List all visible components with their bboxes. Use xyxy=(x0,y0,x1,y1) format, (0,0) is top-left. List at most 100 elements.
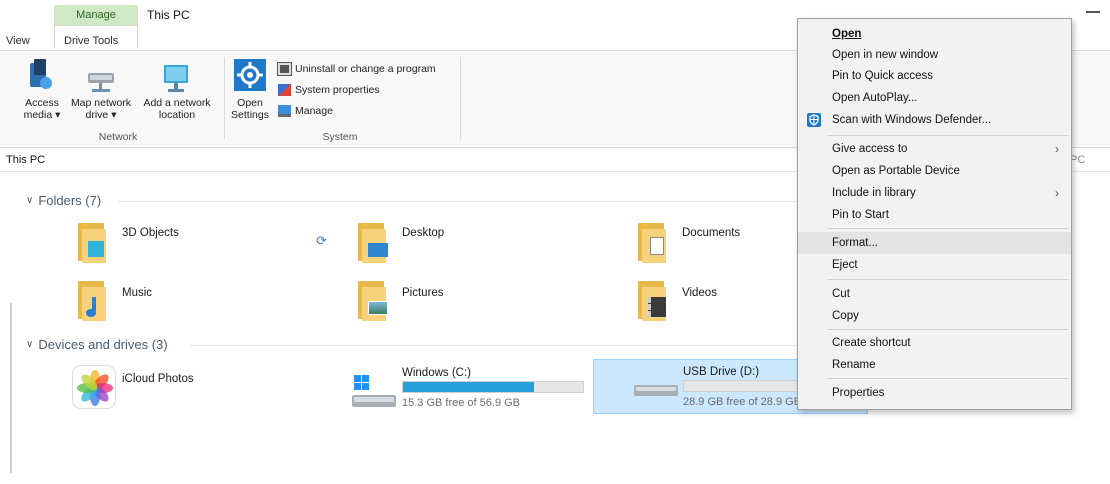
menu-item-format[interactable]: Format... xyxy=(798,232,1071,254)
menu-item-label: Format... xyxy=(832,237,879,249)
open-settings-label: Open Settings xyxy=(231,97,269,121)
icloud-photos-item[interactable]: iCloud Photos xyxy=(72,365,302,413)
system-properties-label: System properties xyxy=(295,84,380,96)
tab-drive-tools[interactable]: Drive Tools xyxy=(64,35,118,47)
map-network-drive-button[interactable]: Map network drive ▾ xyxy=(65,97,137,121)
menu-item-give-access[interactable]: Give access to › xyxy=(798,138,1071,160)
menu-item-include-library[interactable]: Include in library › xyxy=(798,182,1071,204)
search-box-partial[interactable]: PC xyxy=(1070,154,1085,166)
menu-item-pin-start[interactable]: Pin to Start xyxy=(798,204,1071,226)
shield-icon xyxy=(807,113,821,127)
music-folder-icon xyxy=(78,281,108,321)
system-properties-button[interactable]: System properties xyxy=(278,84,380,96)
drive-usage-bar xyxy=(402,381,584,393)
folder-label: 3D Objects xyxy=(122,227,179,239)
ribbon-group-separator xyxy=(224,57,225,139)
menu-item-open-autoplay[interactable]: Open AutoPlay... xyxy=(798,87,1071,109)
folder-desktop[interactable]: Desktop xyxy=(358,223,578,269)
access-media-label: Access media ▾ xyxy=(23,97,61,121)
manage-icon xyxy=(278,105,291,117)
menu-item-label: Open as Portable Device xyxy=(832,165,960,177)
menu-item-label: Include in library xyxy=(832,187,916,199)
menu-item-label: Create shortcut xyxy=(832,337,911,349)
windows-drive-icon xyxy=(352,375,396,409)
icloud-photos-icon xyxy=(72,365,116,409)
drive-name: USB Drive (D:) xyxy=(683,366,760,378)
section-divider xyxy=(190,345,800,346)
menu-item-label: Pin to Start xyxy=(832,209,889,221)
menu-separator xyxy=(828,228,1068,229)
menu-item-label: Give access to xyxy=(832,143,908,155)
window-title: This PC xyxy=(147,8,190,22)
menu-separator xyxy=(828,378,1068,379)
drive-usage-fill xyxy=(403,382,535,392)
manage-button[interactable]: Manage xyxy=(278,105,333,117)
devices-heading: Devices and drives (3) xyxy=(38,337,168,352)
menu-item-properties[interactable]: Properties xyxy=(798,382,1071,404)
menu-item-label: Rename xyxy=(832,359,876,371)
icloud-photos-label: iCloud Photos xyxy=(122,373,194,385)
menu-item-label: Pin to Quick access xyxy=(832,70,933,82)
menu-item-label: Scan with Windows Defender... xyxy=(832,114,992,126)
folder-label: Videos xyxy=(682,287,717,299)
folder-label: Documents xyxy=(682,227,741,239)
menu-item-open-new-window[interactable]: Open in new window xyxy=(798,44,1071,66)
menu-separator xyxy=(828,279,1068,280)
folder-3d-objects[interactable]: 3D Objects xyxy=(78,223,298,269)
folder-label: Music xyxy=(122,287,153,299)
folder-videos[interactable]: Videos xyxy=(638,281,788,327)
access-media-button[interactable]: Access media ▾ xyxy=(18,97,66,121)
menu-item-label: Eject xyxy=(832,259,858,271)
open-settings-button[interactable]: Open Settings xyxy=(228,97,272,121)
drive-name: Windows (C:) xyxy=(402,367,472,379)
tab-view[interactable]: View xyxy=(6,35,30,47)
drive-free-space: 28.9 GB free of 28.9 GB xyxy=(683,396,802,408)
system-group-label: System xyxy=(322,131,358,143)
address-path: This PC xyxy=(6,154,46,166)
sync-icon: ⟳ xyxy=(316,233,327,248)
menu-item-create-shortcut[interactable]: Create shortcut xyxy=(798,332,1071,354)
uninstall-label: Uninstall or change a program xyxy=(295,63,436,75)
folder-music[interactable]: Music xyxy=(78,281,298,327)
devices-section-header[interactable]: ∨ Devices and drives (3) xyxy=(26,337,168,352)
folders-section-header[interactable]: ∨ Folders (7) xyxy=(26,193,101,208)
videos-folder-icon xyxy=(638,281,668,321)
manage-context-tab[interactable]: Manage xyxy=(54,5,138,26)
menu-item-rename[interactable]: Rename xyxy=(798,354,1071,376)
menu-item-cut[interactable]: Cut xyxy=(798,283,1071,305)
chevron-down-icon: ∨ xyxy=(26,195,34,206)
network-drive-icon xyxy=(84,65,118,95)
drive-usage-bar xyxy=(683,380,803,392)
folder-label: Pictures xyxy=(402,287,444,299)
gear-icon xyxy=(234,59,266,91)
menu-item-open[interactable]: Open xyxy=(798,23,1071,45)
menu-item-label: Properties xyxy=(832,387,885,399)
chevron-right-icon: › xyxy=(1055,142,1059,156)
menu-item-pin-quick-access[interactable]: Pin to Quick access xyxy=(798,65,1071,87)
manage-label: Manage xyxy=(295,105,333,117)
navigation-pane-edge xyxy=(10,303,12,473)
uninstall-icon xyxy=(277,62,292,76)
add-network-location-button[interactable]: Add a network location xyxy=(138,97,216,121)
folders-heading: Folders (7) xyxy=(38,193,102,208)
menu-item-label: Copy xyxy=(832,310,859,322)
menu-item-eject[interactable]: Eject xyxy=(798,254,1071,276)
drive-windows-c[interactable]: Windows (C:) 15.3 GB free of 56.9 GB xyxy=(350,363,590,415)
menu-item-label: Open in new window xyxy=(832,49,939,61)
minimize-button[interactable] xyxy=(1086,11,1100,13)
system-properties-icon xyxy=(278,84,291,96)
section-divider xyxy=(118,201,798,202)
menu-item-open-portable[interactable]: Open as Portable Device xyxy=(798,160,1071,182)
desktop-folder-icon xyxy=(358,223,388,263)
access-media-icon xyxy=(26,59,60,95)
uninstall-program-button[interactable]: Uninstall or change a program xyxy=(277,62,436,76)
folder-pictures[interactable]: Pictures xyxy=(358,281,578,327)
ribbon-group-separator-2 xyxy=(460,57,461,139)
menu-item-scan-defender[interactable]: Scan with Windows Defender... xyxy=(798,109,1071,131)
menu-item-copy[interactable]: Copy xyxy=(798,305,1071,327)
menu-item-label: Open xyxy=(832,28,862,40)
add-network-location-label: Add a network location xyxy=(143,97,211,121)
folder-label: Desktop xyxy=(402,227,445,239)
folder-documents[interactable]: Documents xyxy=(638,223,788,269)
network-group-label: Network xyxy=(98,131,138,143)
